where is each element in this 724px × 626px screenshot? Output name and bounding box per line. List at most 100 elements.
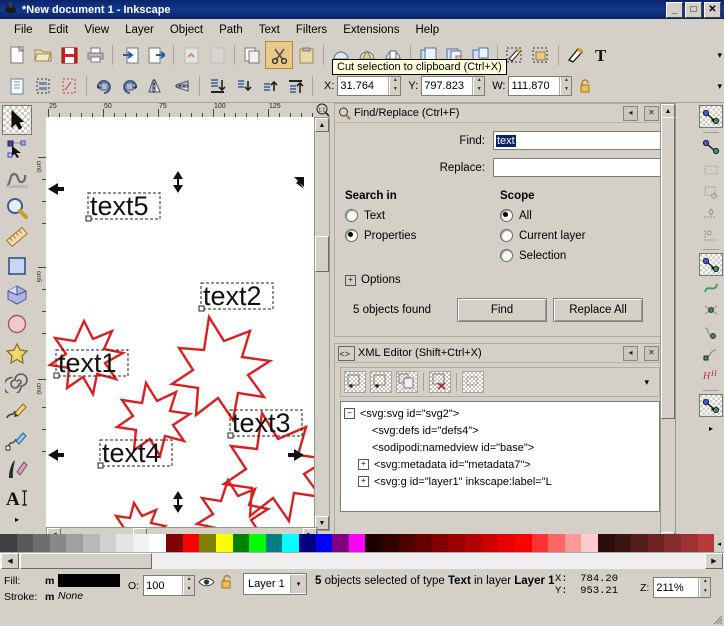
tweak-tool[interactable]: [3, 165, 31, 193]
menu-text[interactable]: Text: [251, 22, 288, 38]
palette-swatch[interactable]: [133, 534, 150, 553]
open-document-button[interactable]: [30, 42, 56, 68]
scroll-v-thumb[interactable]: [315, 236, 329, 272]
delete-node-button[interactable]: [429, 371, 451, 393]
palette-scroll-left[interactable]: ◀: [1, 553, 19, 569]
undo-button[interactable]: [178, 42, 204, 68]
xml-tree-row[interactable]: − <svg:svg id="svg2">: [344, 405, 659, 422]
options-expander-row[interactable]: + Options: [335, 274, 665, 286]
palette-swatch[interactable]: [83, 534, 100, 553]
palette-swatch[interactable]: [282, 534, 299, 553]
raise-button[interactable]: [256, 73, 282, 99]
zoom-input[interactable]: [654, 578, 698, 597]
dock-scroll-up[interactable]: ▲: [661, 104, 675, 118]
palette-swatch[interactable]: [0, 534, 17, 553]
palette-swatch[interactable]: [598, 534, 615, 553]
scope-current-layer-option[interactable]: Current layer: [500, 229, 660, 242]
palette-swatch[interactable]: [532, 534, 549, 553]
y-stepper-up[interactable]: ▲: [473, 77, 484, 86]
menu-edit[interactable]: Edit: [41, 22, 77, 38]
rectangle-tool[interactable]: [3, 252, 31, 280]
stroke-value[interactable]: None: [58, 590, 83, 602]
palette-swatch[interactable]: [548, 534, 565, 553]
options-expander-icon[interactable]: +: [345, 275, 356, 286]
palette-scroll-arrow[interactable]: ◂: [714, 534, 724, 553]
palette-swatch[interactable]: [498, 534, 515, 553]
palette-swatch[interactable]: [581, 534, 598, 553]
search-in-text-option[interactable]: Text: [345, 209, 500, 222]
snap-bbox-corner-button[interactable]: [700, 180, 722, 201]
box3d-tool[interactable]: [3, 281, 31, 309]
ellipse-tool[interactable]: [3, 310, 31, 338]
close-dialog-button[interactable]: ✕: [644, 106, 659, 121]
replace-input[interactable]: [493, 158, 662, 177]
palette-swatch[interactable]: [615, 534, 632, 553]
search-in-properties-option[interactable]: Properties: [345, 229, 500, 242]
menu-layer[interactable]: Layer: [117, 22, 162, 38]
snapbar-more-arrow[interactable]: ▸: [709, 424, 713, 433]
menu-file[interactable]: File: [6, 22, 41, 38]
dock-scroll-thumb[interactable]: [661, 117, 675, 419]
copy-button[interactable]: [239, 42, 265, 68]
xml-tree-row[interactable]: + <svg:metadata id="metadata7">: [344, 456, 659, 473]
cut-button[interactable]: [265, 41, 293, 69]
lower-button[interactable]: [230, 73, 256, 99]
text-properties-button[interactable]: T: [589, 42, 615, 68]
close-dialog-button[interactable]: ✕: [644, 346, 659, 361]
palette-swatch[interactable]: [100, 534, 117, 553]
palette-swatch[interactable]: [17, 534, 34, 553]
palette-swatch[interactable]: [316, 534, 333, 553]
snap-page-button[interactable]: [699, 394, 723, 417]
calligraphy-tool[interactable]: [3, 455, 31, 483]
x-input[interactable]: [338, 77, 388, 95]
snap-bbox-button[interactable]: [700, 136, 722, 157]
maximize-button[interactable]: □: [685, 2, 702, 18]
palette-swatch[interactable]: [515, 534, 532, 553]
selector-tool[interactable]: [2, 105, 32, 135]
zoom-stepper-up[interactable]: ▲: [699, 578, 710, 588]
xml-expander[interactable]: +: [358, 459, 369, 470]
palette-swatch[interactable]: [66, 534, 83, 553]
bezier-tool[interactable]: [3, 426, 31, 454]
radio-selection[interactable]: [500, 249, 513, 262]
palette-swatch[interactable]: [565, 534, 582, 553]
rotate-cw-button[interactable]: [117, 73, 143, 99]
palette-swatch[interactable]: [166, 534, 183, 553]
replace-all-button[interactable]: Replace All: [553, 298, 643, 322]
palette-swatch[interactable]: [382, 534, 399, 553]
rotate-ccw-button[interactable]: [91, 73, 117, 99]
w-stepper-up[interactable]: ▲: [560, 77, 571, 86]
y-stepper[interactable]: ▲▼: [472, 77, 484, 95]
snap-path-button[interactable]: [700, 277, 722, 298]
opacity-stepper-down[interactable]: ▼: [183, 586, 194, 596]
palette-swatch[interactable]: [332, 534, 349, 553]
zoom-stepper-down[interactable]: ▼: [699, 588, 710, 598]
zoom-tool[interactable]: [3, 194, 31, 222]
xml-expander[interactable]: +: [358, 476, 369, 487]
palette-swatch[interactable]: [266, 534, 283, 553]
palette-scroll-right[interactable]: ▶: [705, 553, 723, 569]
xml-editor-dialog-button[interactable]: [528, 42, 554, 68]
minimize-button[interactable]: _: [666, 2, 683, 18]
palette-swatch[interactable]: [631, 534, 648, 553]
palette-swatch[interactable]: [216, 534, 233, 553]
horizontal-ruler[interactable]: 25 50 75 100 125: [46, 103, 316, 118]
toolbox-more-arrow[interactable]: ▸: [15, 515, 19, 524]
document-properties-button[interactable]: [563, 42, 589, 68]
pencil-tool[interactable]: [3, 397, 31, 425]
star-tool[interactable]: [3, 339, 31, 367]
w-stepper[interactable]: ▲▼: [559, 77, 571, 95]
scroll-up-button[interactable]: ▲: [315, 118, 329, 132]
snap-bbox-midpoint-button[interactable]: [700, 202, 722, 223]
snap-page-border-button[interactable]: [700, 224, 722, 245]
close-button[interactable]: ✕: [704, 2, 721, 18]
fill-color-swatch[interactable]: [58, 574, 120, 587]
paste-button[interactable]: [293, 42, 319, 68]
zoom-1to1-icon[interactable]: 1:1: [316, 103, 330, 117]
palette-swatch[interactable]: [349, 534, 366, 553]
snap-enable-button[interactable]: [699, 105, 723, 128]
palette-swatch[interactable]: [149, 534, 166, 553]
flip-vertical-button[interactable]: [169, 73, 195, 99]
x-field[interactable]: ▲▼: [337, 76, 401, 96]
palette-swatch[interactable]: [415, 534, 432, 553]
